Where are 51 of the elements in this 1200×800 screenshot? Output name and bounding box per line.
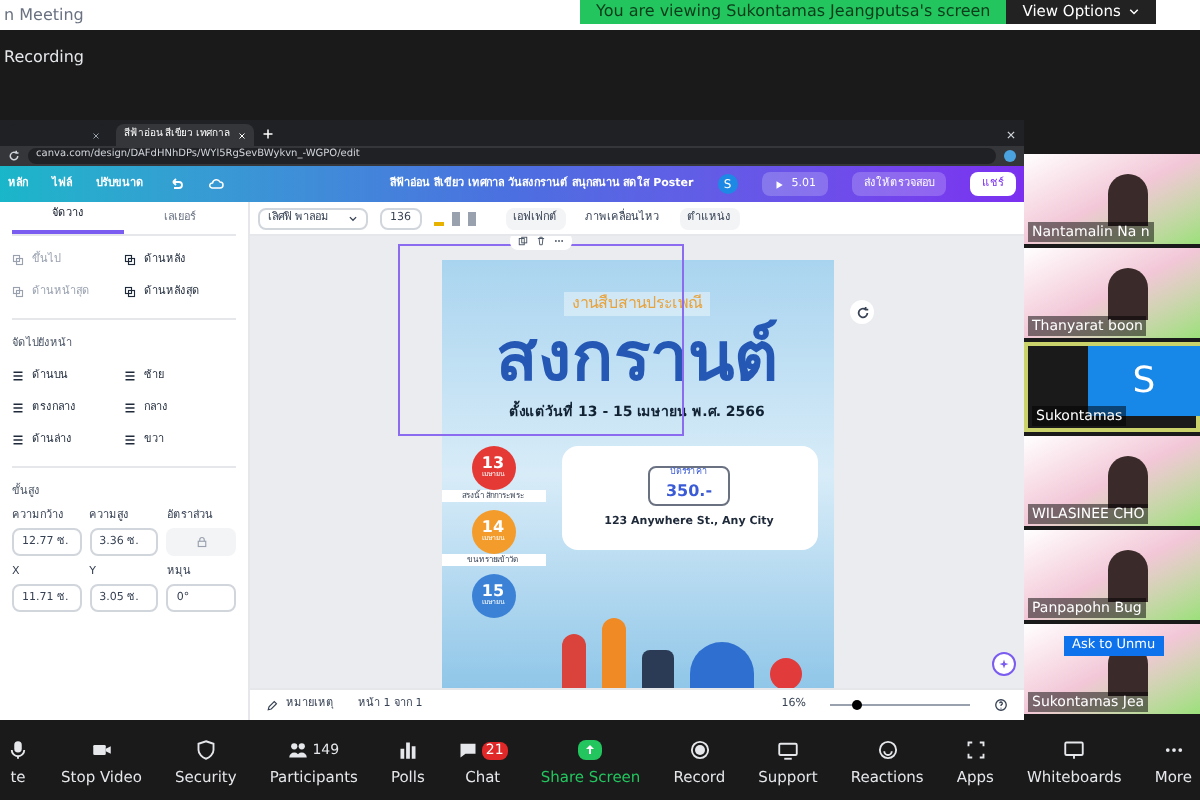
layers-icon <box>12 254 24 267</box>
pencil-icon <box>266 699 278 711</box>
recording-label: Recording <box>4 46 85 70</box>
align-icon <box>124 369 136 382</box>
cloud-icon[interactable] <box>208 176 224 192</box>
ticket-price: 350.- <box>665 480 713 505</box>
person-silhouette <box>1108 174 1148 226</box>
lock-icon <box>195 536 208 548</box>
reload-icon[interactable] <box>8 150 20 162</box>
help-icon[interactable] <box>994 698 1008 712</box>
person-silhouette <box>1108 550 1148 602</box>
copy-icon <box>517 236 527 246</box>
shield-icon <box>195 740 216 761</box>
new-tab-icon[interactable] <box>262 128 275 140</box>
record-icon <box>689 740 710 761</box>
caret-icon <box>1128 6 1141 18</box>
undo-icon[interactable] <box>168 176 184 192</box>
chat-icon <box>457 740 478 761</box>
slider-thumb[interactable] <box>851 700 861 710</box>
layers-icon <box>12 286 24 299</box>
profile-icon[interactable] <box>1004 150 1016 162</box>
align-icon <box>12 402 24 415</box>
layers-icon <box>124 286 136 299</box>
share-banner: You are viewing Sukontamas Jeangputsa's screen <box>580 0 1007 24</box>
layers-icon <box>124 254 136 267</box>
apps-icon <box>965 740 986 761</box>
element-actions-menu[interactable] <box>509 236 571 250</box>
close-icon[interactable] <box>1006 130 1016 140</box>
share-icon <box>578 740 603 761</box>
trash-icon <box>535 236 545 246</box>
board-icon <box>1064 740 1085 761</box>
smile-icon <box>877 740 898 761</box>
people-icon <box>288 740 309 761</box>
video-icon <box>91 740 112 761</box>
refresh-button[interactable] <box>850 300 874 324</box>
play-icon <box>773 179 784 189</box>
align-icon <box>124 402 136 415</box>
mic-icon <box>8 740 28 761</box>
person-silhouette <box>1108 268 1148 320</box>
close-icon[interactable] <box>92 131 100 139</box>
reload-icon <box>855 305 869 319</box>
caret-icon <box>348 213 358 223</box>
align-icon <box>12 434 24 447</box>
window-title: n Meeting <box>4 3 84 27</box>
sparkle-icon <box>998 658 1010 670</box>
support-icon <box>777 740 798 761</box>
align-icon <box>12 369 24 382</box>
align-icon <box>124 434 136 447</box>
bars-icon <box>397 740 418 761</box>
assistant-button[interactable] <box>992 652 1016 676</box>
person-silhouette <box>1108 456 1148 508</box>
